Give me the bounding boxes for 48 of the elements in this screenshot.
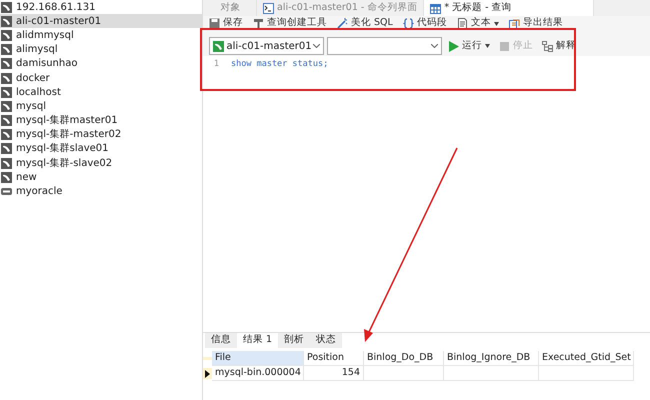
- connection-item[interactable]: mysql-集群-master02: [0, 128, 202, 142]
- document-icon: [456, 18, 468, 29]
- stop-icon: [499, 40, 510, 52]
- play-icon: [448, 40, 459, 52]
- table-cell: mysql-bin.000004: [212, 366, 304, 381]
- connection-item[interactable]: damisunhao: [0, 56, 202, 71]
- toolbar-button[interactable]: 代码段: [402, 16, 447, 31]
- result-tab[interactable]: 剖析: [278, 333, 310, 348]
- connection-item[interactable]: alidmmysql: [0, 28, 202, 43]
- diagram-icon: [542, 40, 553, 52]
- export-icon: [508, 18, 520, 29]
- code-line: show master status;: [231, 58, 328, 71]
- chevron-icon: [313, 44, 320, 48]
- database-icon: [1, 186, 12, 198]
- braces-icon: [402, 18, 414, 29]
- toolbar-button[interactable]: 保存: [209, 16, 243, 31]
- connection-item[interactable]: new: [0, 170, 202, 184]
- connection-item[interactable]: docker: [0, 70, 202, 86]
- connection-item[interactable]: mysql-集群-slave02: [0, 156, 202, 170]
- connection-dropdown[interactable]: ali-c01-master01: [209, 37, 324, 55]
- toolbar-button[interactable]: 查询创建工具: [253, 16, 327, 31]
- column-header[interactable]: Binlog_Do_DB: [364, 351, 444, 366]
- column-header[interactable]: Binlog_Ignore_DB: [444, 351, 539, 366]
- connection-item[interactable]: mysql-集群master01: [0, 114, 202, 128]
- toolbar-button[interactable]: 运行: [445, 38, 493, 54]
- connection-item[interactable]: alimysql: [0, 42, 202, 57]
- table-cell: 154: [304, 366, 364, 381]
- chevron-icon: [431, 44, 438, 48]
- result-tab[interactable]: 状态: [310, 333, 342, 348]
- toolbar-button[interactable]: 导出结果: [508, 16, 563, 31]
- connection-item[interactable]: myoracle: [0, 184, 202, 199]
- connection-item[interactable]: 192.168.61.131: [0, 0, 202, 14]
- hammer-icon: [253, 18, 264, 29]
- toolbar-button[interactable]: 美化 SQL: [337, 16, 393, 31]
- column-header[interactable]: Executed_Gtid_Set: [539, 351, 634, 366]
- wand-icon: [337, 18, 348, 29]
- table-icon: [430, 2, 442, 14]
- column-header[interactable]: File: [212, 351, 304, 366]
- editor-tab[interactable]: * 无标题 - 查询: [424, 0, 594, 16]
- database-dropdown[interactable]: [327, 37, 442, 55]
- terminal-icon: [263, 2, 274, 14]
- connection-item[interactable]: mysql: [0, 99, 202, 114]
- column-header[interactable]: Position: [304, 351, 364, 366]
- toolbar-button[interactable]: 文本: [456, 16, 499, 31]
- connection-item[interactable]: localhost: [0, 85, 202, 100]
- result-tab[interactable]: 信息: [205, 333, 237, 348]
- connection-item[interactable]: mysql-集群slave01: [0, 142, 202, 156]
- connection-item[interactable]: ali-c01-master01: [0, 14, 202, 28]
